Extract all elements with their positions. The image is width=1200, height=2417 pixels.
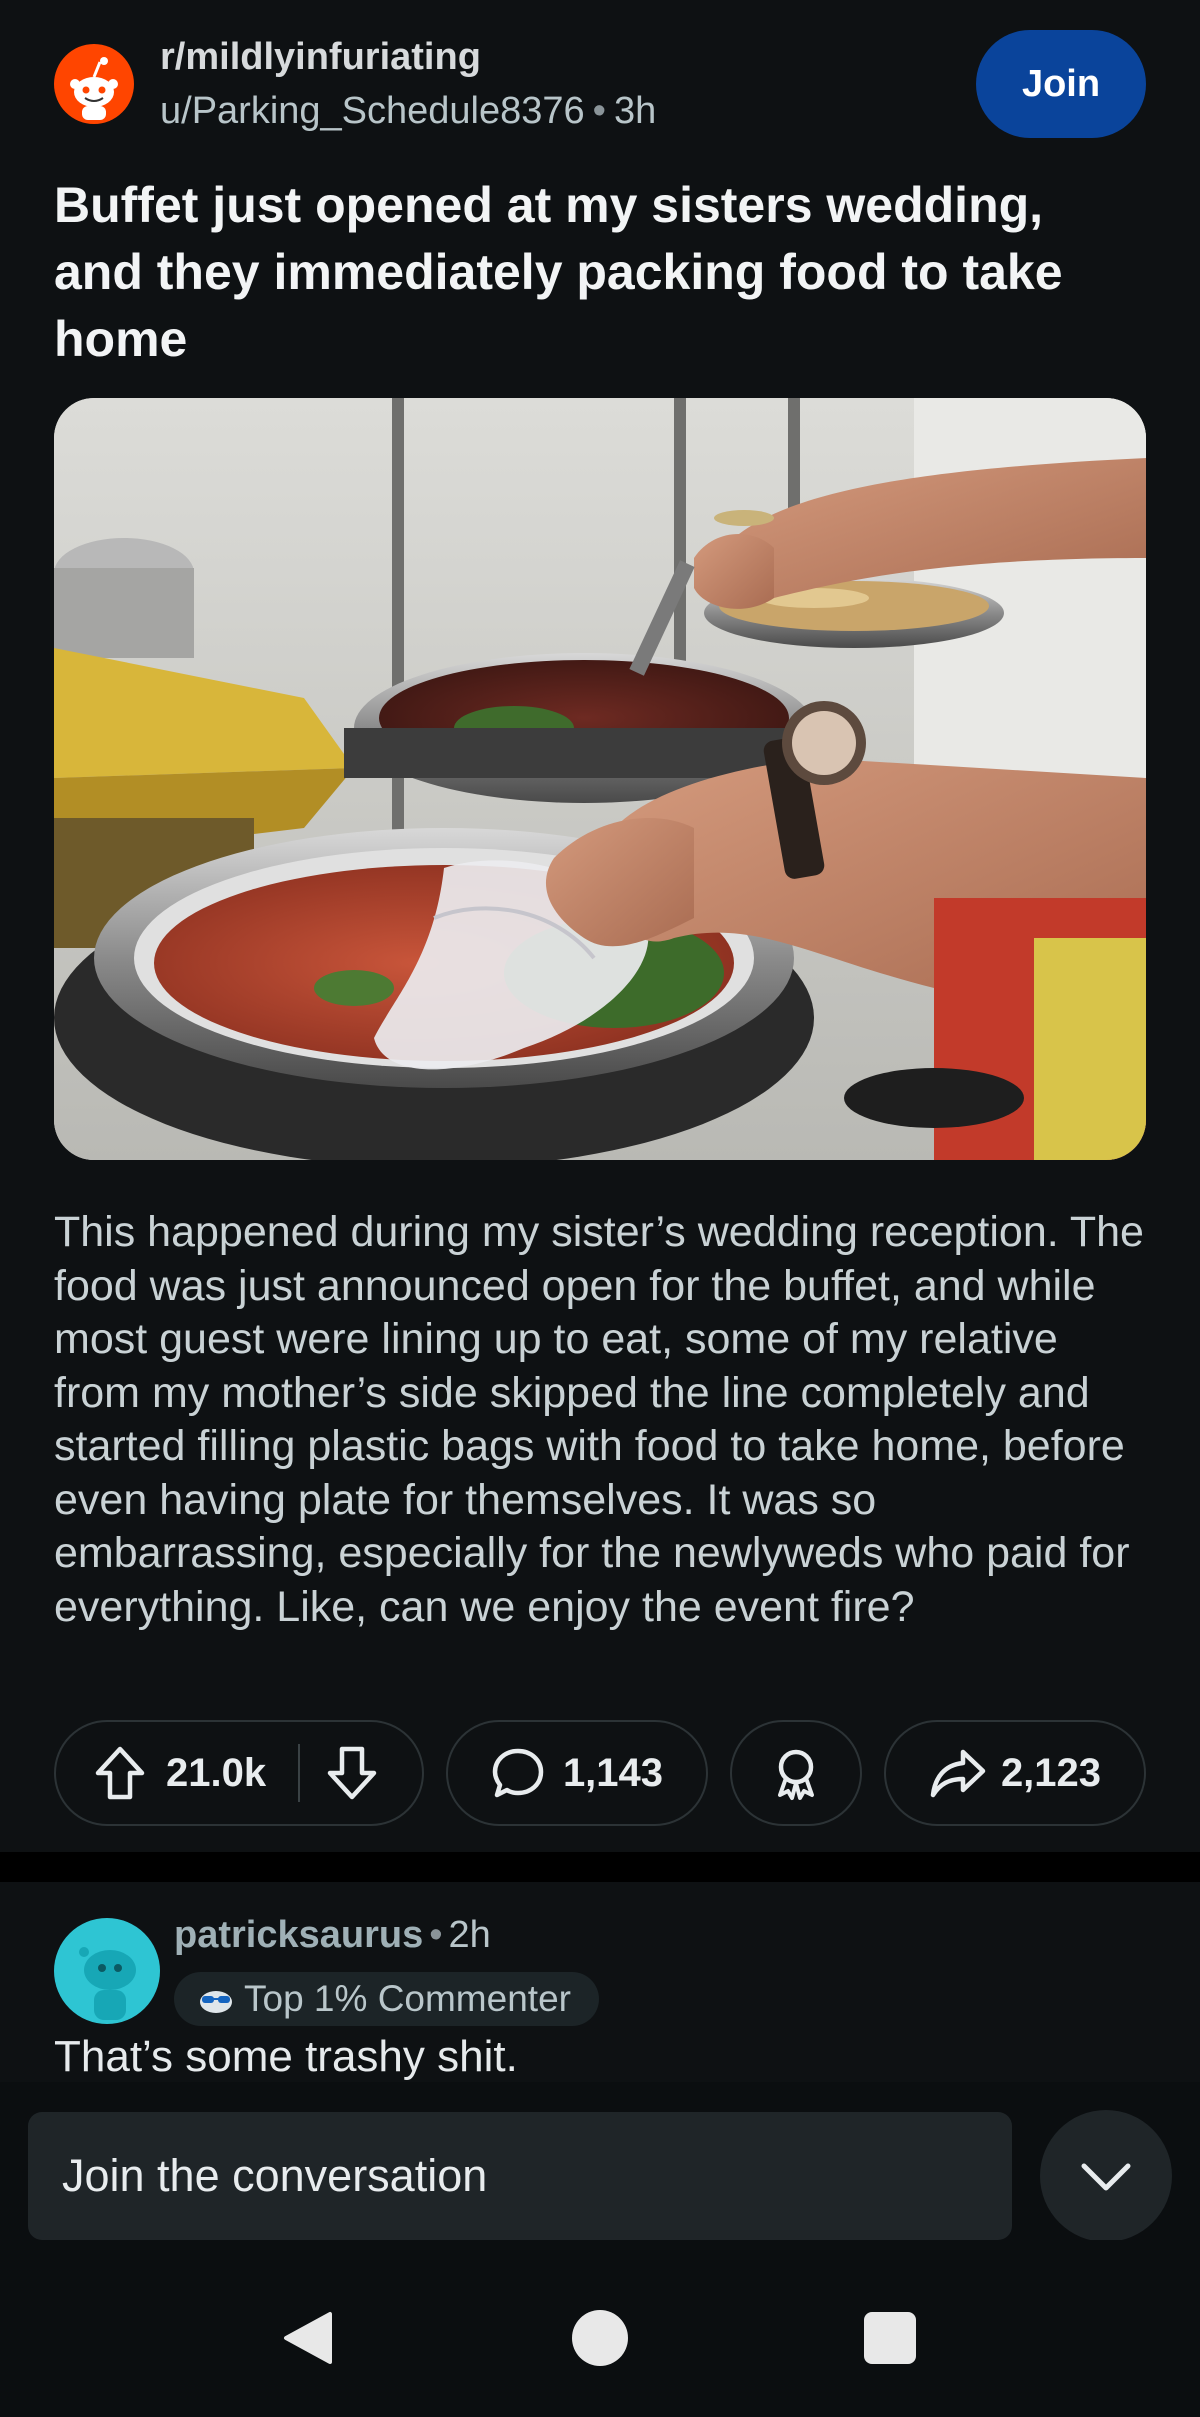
- collapse-button[interactable]: [1040, 2110, 1172, 2242]
- post-title[interactable]: Buffet just opened at my sisters wedding…: [54, 172, 1144, 373]
- upvote-icon[interactable]: [94, 1745, 146, 1801]
- post-image[interactable]: [54, 398, 1146, 1160]
- upvote-count: 21.0k: [166, 1750, 267, 1795]
- post-author[interactable]: u/Parking_Schedule8376: [160, 90, 585, 132]
- comment-count: 1,143: [562, 1750, 664, 1795]
- comment-icon: [492, 1748, 544, 1798]
- buffet-photo: [54, 398, 1146, 1160]
- subreddit-name[interactable]: r/mildlyinfuriating: [160, 36, 481, 79]
- system-nav-bar: [0, 2240, 1200, 2417]
- snoo-avatar-icon: [79, 1947, 136, 2020]
- join-conversation-input[interactable]: Join the conversation: [28, 2112, 1012, 2240]
- flair-label: Top 1% Commenter: [244, 1978, 571, 2019]
- post-card: r/mildlyinfuriating u/Parking_Schedule83…: [0, 0, 1200, 1852]
- comment-item: patricksaurus • 2h Top 1% Commenter That’s…: [0, 1882, 1200, 2082]
- comments-button[interactable]: 1,143: [446, 1720, 708, 1826]
- comment-author[interactable]: patricksaurus: [174, 1914, 423, 1956]
- section-divider: [0, 1852, 1200, 1882]
- back-icon[interactable]: [280, 2310, 336, 2366]
- award-icon: [778, 1749, 814, 1800]
- sunglasses-snoo-icon: [200, 1991, 232, 2013]
- share-icon: [930, 1749, 986, 1798]
- chevron-down-icon: [1081, 2163, 1131, 2191]
- post-body: This happened during my sister’s wedding…: [54, 1208, 1144, 1631]
- comment-text: That’s some trashy shit.: [54, 2032, 518, 2081]
- share-count: 2,123: [1000, 1750, 1102, 1795]
- join-button[interactable]: Join: [976, 30, 1146, 138]
- recents-icon[interactable]: [864, 2312, 916, 2364]
- commenter-avatar[interactable]: [54, 1918, 160, 2024]
- post-header: r/mildlyinfuriating u/Parking_Schedule83…: [54, 30, 1146, 150]
- downvote-icon[interactable]: [326, 1745, 378, 1801]
- award-button[interactable]: [730, 1720, 862, 1826]
- separator-dot: •: [592, 90, 606, 132]
- post-time: 3h: [613, 90, 657, 132]
- post-actions: 21.0k 1,143 2,123: [54, 1720, 1146, 1826]
- comment-byline: patricksaurus • 2h: [174, 1914, 491, 1957]
- subreddit-avatar[interactable]: [54, 44, 134, 124]
- home-icon[interactable]: [572, 2310, 628, 2366]
- snoo-icon: [70, 57, 118, 120]
- vote-divider: [298, 1744, 301, 1802]
- commenter-flair: Top 1% Commenter: [174, 1972, 599, 2026]
- separator-dot: •: [429, 1914, 443, 1956]
- vote-pill: 21.0k: [54, 1720, 424, 1826]
- comment-time: 2h: [448, 1914, 491, 1956]
- share-button[interactable]: 2,123: [884, 1720, 1146, 1826]
- post-byline: u/Parking_Schedule8376 • 3h: [160, 90, 656, 133]
